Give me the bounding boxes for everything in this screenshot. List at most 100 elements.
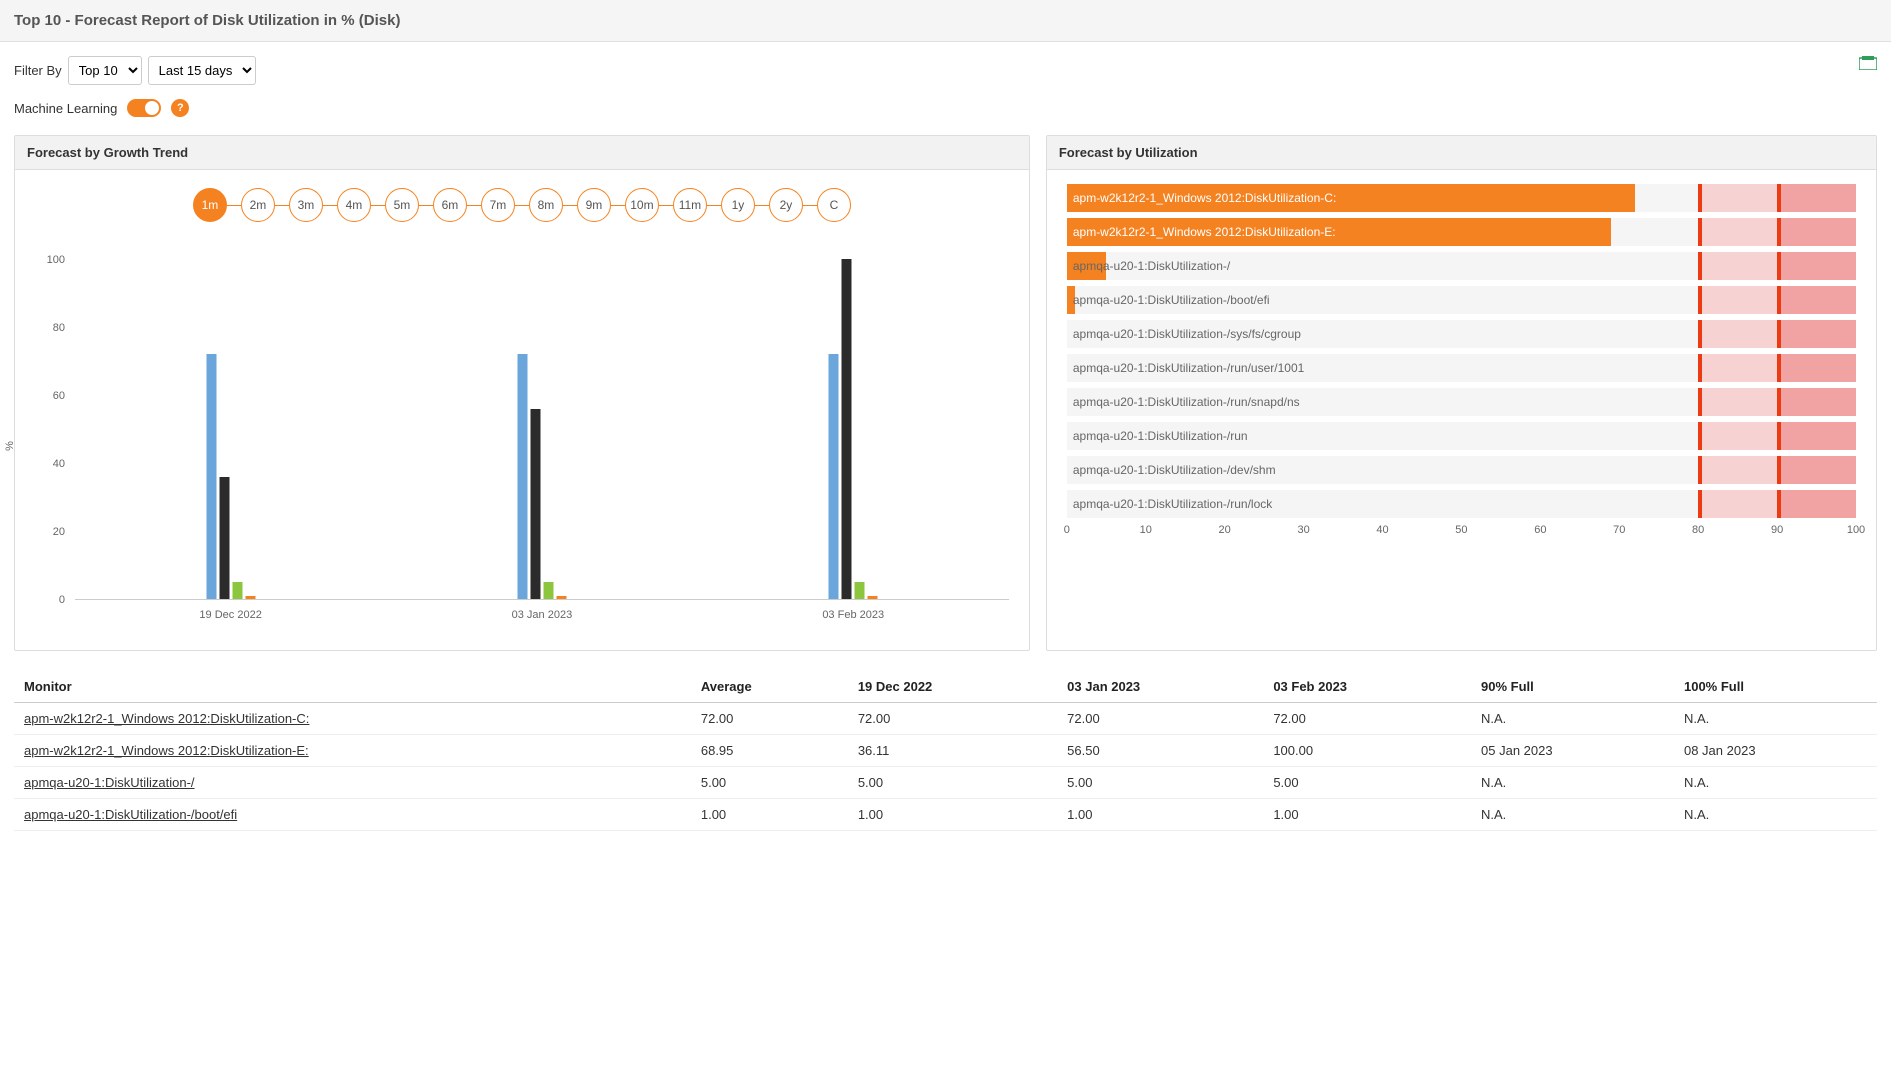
table-header[interactable]: 100% Full [1674, 671, 1877, 703]
hbar-row[interactable]: apmqa-u20-1:DiskUtilization-/ [1067, 252, 1856, 280]
pill-connector [803, 205, 817, 206]
table-cell: 1.00 [1057, 799, 1263, 831]
table-cell[interactable]: apm-w2k12r2-1_Windows 2012:DiskUtilizati… [14, 735, 691, 767]
pill-connector [419, 205, 433, 206]
pill-connector [563, 205, 577, 206]
threshold-line [1698, 184, 1702, 212]
monitor-link[interactable]: apm-w2k12r2-1_Windows 2012:DiskUtilizati… [24, 743, 309, 758]
time-pill-11m[interactable]: 11m [673, 188, 707, 222]
time-pill-3m[interactable]: 3m [289, 188, 323, 222]
threshold-line [1698, 422, 1702, 450]
time-pill-7m[interactable]: 7m [481, 188, 515, 222]
monitor-link[interactable]: apmqa-u20-1:DiskUtilization-/ [24, 775, 195, 790]
bar[interactable] [842, 259, 852, 599]
toggle-knob [145, 101, 159, 115]
filter-range-select[interactable]: Last 15 days [148, 56, 256, 85]
table-cell[interactable]: apmqa-u20-1:DiskUtilization-/ [14, 767, 691, 799]
threshold-crit-zone [1777, 490, 1856, 518]
y-axis: 020406080100 [35, 260, 65, 600]
table-row: apmqa-u20-1:DiskUtilization-/5.005.005.0… [14, 767, 1877, 799]
bar[interactable] [245, 596, 255, 599]
bar[interactable] [530, 409, 540, 599]
time-pill-5m[interactable]: 5m [385, 188, 419, 222]
threshold-line [1777, 218, 1781, 246]
table-header[interactable]: Monitor [14, 671, 691, 703]
hbar-fill: apm-w2k12r2-1_Windows 2012:DiskUtilizati… [1067, 218, 1611, 246]
threshold-line [1698, 490, 1702, 518]
table-header[interactable]: 19 Dec 2022 [848, 671, 1057, 703]
panels-row: Forecast by Growth Trend 1m2m3m4m5m6m7m8… [0, 135, 1891, 651]
bar[interactable] [206, 354, 216, 599]
time-pill-1m[interactable]: 1m [193, 188, 227, 222]
help-icon[interactable]: ? [171, 99, 189, 117]
threshold-crit-zone [1777, 320, 1856, 348]
threshold-line [1698, 388, 1702, 416]
y-tick: 100 [35, 254, 65, 266]
time-pill-9m[interactable]: 9m [577, 188, 611, 222]
hx-axis: 0102030405060708090100 [1067, 524, 1856, 544]
pill-connector [323, 205, 337, 206]
hbar-row[interactable]: apmqa-u20-1:DiskUtilization-/run [1067, 422, 1856, 450]
bar[interactable] [855, 582, 865, 599]
pill-connector [659, 205, 673, 206]
table-header[interactable]: 90% Full [1471, 671, 1674, 703]
time-pill-8m[interactable]: 8m [529, 188, 563, 222]
threshold-line [1698, 286, 1702, 314]
threshold-warn-zone [1698, 456, 1777, 484]
y-axis-label: % [4, 441, 16, 451]
hbar-row[interactable]: apmqa-u20-1:DiskUtilization-/run/snapd/n… [1067, 388, 1856, 416]
hbar-row[interactable]: apmqa-u20-1:DiskUtilization-/run/lock [1067, 490, 1856, 518]
hbar-label: apmqa-u20-1:DiskUtilization-/run [1073, 429, 1248, 443]
hbar-row[interactable]: apm-w2k12r2-1_Windows 2012:DiskUtilizati… [1067, 184, 1856, 212]
hbar-label: apmqa-u20-1:DiskUtilization-/run/lock [1073, 497, 1272, 511]
hbar-plot: apm-w2k12r2-1_Windows 2012:DiskUtilizati… [1067, 184, 1856, 518]
bar[interactable] [543, 582, 553, 599]
hx-tick: 40 [1376, 524, 1388, 536]
hbar-row[interactable]: apmqa-u20-1:DiskUtilization-/dev/shm [1067, 456, 1856, 484]
threshold-warn-zone [1698, 422, 1777, 450]
bar[interactable] [517, 354, 527, 599]
hbar-row[interactable]: apm-w2k12r2-1_Windows 2012:DiskUtilizati… [1067, 218, 1856, 246]
time-pill-2y[interactable]: 2y [769, 188, 803, 222]
threshold-warn-zone [1698, 286, 1777, 314]
time-pill-1y[interactable]: 1y [721, 188, 755, 222]
table-cell: N.A. [1471, 767, 1674, 799]
time-pill-C[interactable]: C [817, 188, 851, 222]
monitor-link[interactable]: apmqa-u20-1:DiskUtilization-/boot/efi [24, 807, 237, 822]
table-cell[interactable]: apmqa-u20-1:DiskUtilization-/boot/efi [14, 799, 691, 831]
table-header[interactable]: Average [691, 671, 848, 703]
panel-header: Forecast by Utilization [1047, 136, 1876, 170]
hbar-label: apmqa-u20-1:DiskUtilization-/dev/shm [1073, 463, 1276, 477]
monitor-link[interactable]: apm-w2k12r2-1_Windows 2012:DiskUtilizati… [24, 711, 309, 726]
x-label: 03 Jan 2023 [512, 609, 573, 621]
hbar-row[interactable]: apmqa-u20-1:DiskUtilization-/run/user/10… [1067, 354, 1856, 382]
hx-tick: 50 [1455, 524, 1467, 536]
table-cell: N.A. [1471, 703, 1674, 735]
time-pill-2m[interactable]: 2m [241, 188, 275, 222]
table-cell: 72.00 [1263, 703, 1471, 735]
table-row: apm-w2k12r2-1_Windows 2012:DiskUtilizati… [14, 703, 1877, 735]
bar[interactable] [868, 596, 878, 599]
threshold-warn-zone [1698, 218, 1777, 246]
table-cell[interactable]: apm-w2k12r2-1_Windows 2012:DiskUtilizati… [14, 703, 691, 735]
table-cell: 1.00 [848, 799, 1057, 831]
filter-top-select[interactable]: Top 10 [68, 56, 142, 85]
table-cell: 08 Jan 2023 [1674, 735, 1877, 767]
table-header[interactable]: 03 Feb 2023 [1263, 671, 1471, 703]
time-pill-10m[interactable]: 10m [625, 188, 659, 222]
time-pill-6m[interactable]: 6m [433, 188, 467, 222]
hbar-row[interactable]: apmqa-u20-1:DiskUtilization-/boot/efi [1067, 286, 1856, 314]
time-pill-4m[interactable]: 4m [337, 188, 371, 222]
bar[interactable] [829, 354, 839, 599]
plot-area: 19 Dec 202203 Jan 202303 Feb 2023 [75, 260, 1009, 600]
export-icon[interactable] [1859, 56, 1877, 73]
threshold-line [1698, 320, 1702, 348]
bar[interactable] [556, 596, 566, 599]
hx-tick: 20 [1219, 524, 1231, 536]
bar[interactable] [232, 582, 242, 599]
bar[interactable] [219, 477, 229, 599]
ml-toggle[interactable] [127, 99, 161, 117]
pill-connector [467, 205, 481, 206]
hbar-row[interactable]: apmqa-u20-1:DiskUtilization-/sys/fs/cgro… [1067, 320, 1856, 348]
table-header[interactable]: 03 Jan 2023 [1057, 671, 1263, 703]
